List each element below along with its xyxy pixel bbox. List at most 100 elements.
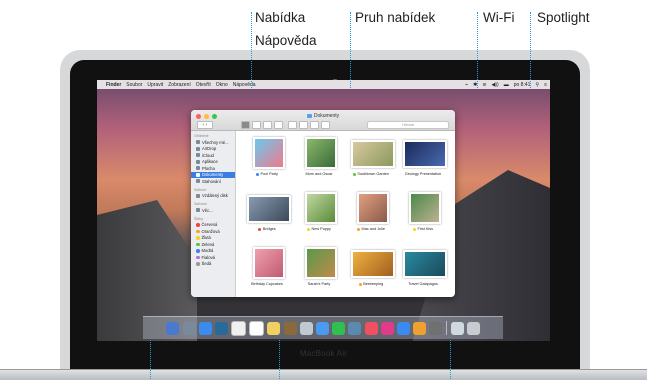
file-item[interactable]: Geology Presentation: [397, 134, 449, 186]
finder-window: Dokumenty ‹ › Hledat Oblíbené Všechny mé…: [191, 110, 455, 297]
callout-line-dock-right: [450, 340, 451, 379]
menu-view[interactable]: Zobrazení: [168, 82, 191, 88]
yellow-tag-icon: [196, 236, 200, 240]
sidebar-item-label: iCloud: [202, 152, 214, 158]
purple-tag-icon: [196, 255, 200, 259]
file-item[interactable]: Travel Galapagos: [397, 244, 449, 296]
sidebar-item-device[interactable]: Věc...: [191, 207, 235, 214]
preview-icon[interactable]: [348, 321, 362, 335]
facetime-icon[interactable]: [332, 321, 346, 335]
desktop-icon: [196, 166, 200, 171]
sidebar-item-label: Červená: [201, 222, 218, 228]
back-forward-buttons[interactable]: ‹ ›: [197, 121, 213, 129]
reminders-icon[interactable]: [267, 321, 281, 335]
sidebar-header-favorites: Oblíbené: [194, 134, 209, 138]
sidebar-item-label: Šedá: [201, 261, 212, 267]
menu-help[interactable]: Nápověda: [233, 82, 256, 88]
file-item[interactable]: Bridges: [241, 189, 293, 241]
tag-dot-icon: [255, 172, 259, 176]
file-label: Travel Galapagos: [397, 282, 449, 286]
arrange-button[interactable]: [288, 121, 297, 129]
callout-line-dock-mid: [279, 340, 280, 379]
notes-icon[interactable]: [249, 320, 265, 336]
file-thumbnail: [409, 192, 441, 224]
drive-icon: [196, 208, 200, 213]
column-view-button[interactable]: [263, 121, 272, 129]
file-item[interactable]: Sarah's Party: [293, 244, 345, 296]
menu-go[interactable]: Otevřít: [196, 82, 211, 88]
airplay-icon[interactable]: ⌁: [465, 82, 468, 88]
file-item[interactable]: First Kiss: [397, 189, 449, 241]
safari-icon[interactable]: [198, 321, 212, 335]
finder-icon[interactable]: [166, 321, 180, 335]
file-item[interactable]: Beekeeping: [345, 244, 397, 296]
sidebar-tag-gray[interactable]: Šedá: [191, 261, 235, 268]
file-item[interactable]: Birthday Cupcakes: [241, 244, 293, 296]
menu-file[interactable]: Soubor: [126, 82, 142, 88]
sidebar-item-remote-disc[interactable]: Vzdálený disk: [191, 193, 235, 200]
photos-icon[interactable]: [299, 321, 313, 335]
tag-dot-icon: [307, 227, 311, 231]
cover-flow-button[interactable]: [274, 121, 283, 129]
system-preferences-icon[interactable]: [429, 321, 443, 335]
action-button[interactable]: [299, 121, 308, 129]
file-label-text: Birthday Cupcakes: [251, 282, 283, 286]
menu-finder[interactable]: Finder: [106, 82, 121, 88]
clock[interactable]: po 8:41: [514, 82, 531, 88]
launchpad-icon[interactable]: [182, 321, 196, 335]
contacts-icon[interactable]: [283, 321, 297, 335]
file-thumbnail: [253, 137, 285, 169]
sidebar-item-downloads[interactable]: Stahování: [191, 178, 235, 185]
blue-tag-icon: [196, 249, 200, 253]
callout-line-wifi: [477, 12, 478, 88]
calendar-icon[interactable]: [231, 320, 247, 336]
cloud-icon: [196, 153, 200, 158]
menu-window[interactable]: Okno: [216, 82, 228, 88]
window-title-text: Dokumenty: [313, 113, 340, 119]
notification-center-icon[interactable]: ≡: [544, 82, 547, 88]
documents-stack-icon[interactable]: [450, 321, 464, 335]
green-tag-icon: [196, 242, 200, 246]
mail-icon[interactable]: [214, 321, 228, 335]
file-label-text: Beekeeping: [363, 282, 384, 286]
callout-line-dock-left: [150, 340, 151, 379]
search-input[interactable]: Hledat: [367, 121, 449, 129]
file-label: Mom and Oscar: [293, 172, 345, 176]
messages-icon[interactable]: [316, 321, 329, 335]
file-item[interactable]: New Puppy: [293, 189, 345, 241]
menu-edit[interactable]: Upravit: [147, 82, 163, 88]
list-view-button[interactable]: [252, 121, 261, 129]
music-icon[interactable]: [380, 321, 394, 335]
file-thumbnail: [357, 192, 389, 224]
file-thumbnail: [247, 195, 291, 223]
file-item[interactable]: Mom and Oscar: [293, 134, 345, 186]
wifi-icon[interactable]: ≋: [482, 82, 486, 88]
icon-view-button[interactable]: [241, 121, 250, 129]
tag-button[interactable]: [321, 121, 330, 129]
itunes-icon[interactable]: [364, 321, 378, 335]
sidebar-item-label: Oranžová: [201, 228, 220, 234]
file-label-text: Mom and Oscar: [305, 172, 333, 176]
trash-icon[interactable]: [466, 321, 480, 335]
battery-icon[interactable]: ▬: [504, 82, 509, 88]
share-button[interactable]: [310, 121, 319, 129]
sidebar-header-shared: Sdílené: [194, 187, 207, 192]
file-thumbnail: [351, 250, 395, 278]
file-item[interactable]: Southtown Garden: [345, 134, 397, 186]
gray-tag-icon: [196, 262, 200, 266]
volume-icon[interactable]: ◀)): [492, 82, 499, 88]
ibooks-icon[interactable]: [413, 321, 427, 335]
file-thumbnail: [305, 137, 337, 169]
tag-dot-icon: [258, 227, 262, 231]
sidebar-item-label: Věc...: [202, 207, 213, 213]
app-store-icon[interactable]: [396, 321, 410, 335]
sidebar-item-label: Modrá: [201, 248, 214, 254]
file-item[interactable]: Max and Julie: [345, 189, 397, 241]
file-label-text: New Puppy: [311, 227, 331, 231]
file-thumbnail: [351, 140, 395, 168]
red-tag-icon: [196, 223, 200, 227]
file-label: Geology Presentation: [397, 172, 449, 176]
orange-tag-icon: [196, 229, 200, 233]
file-item[interactable]: Pool Party: [241, 134, 293, 186]
spotlight-icon[interactable]: ⚲: [535, 82, 539, 88]
